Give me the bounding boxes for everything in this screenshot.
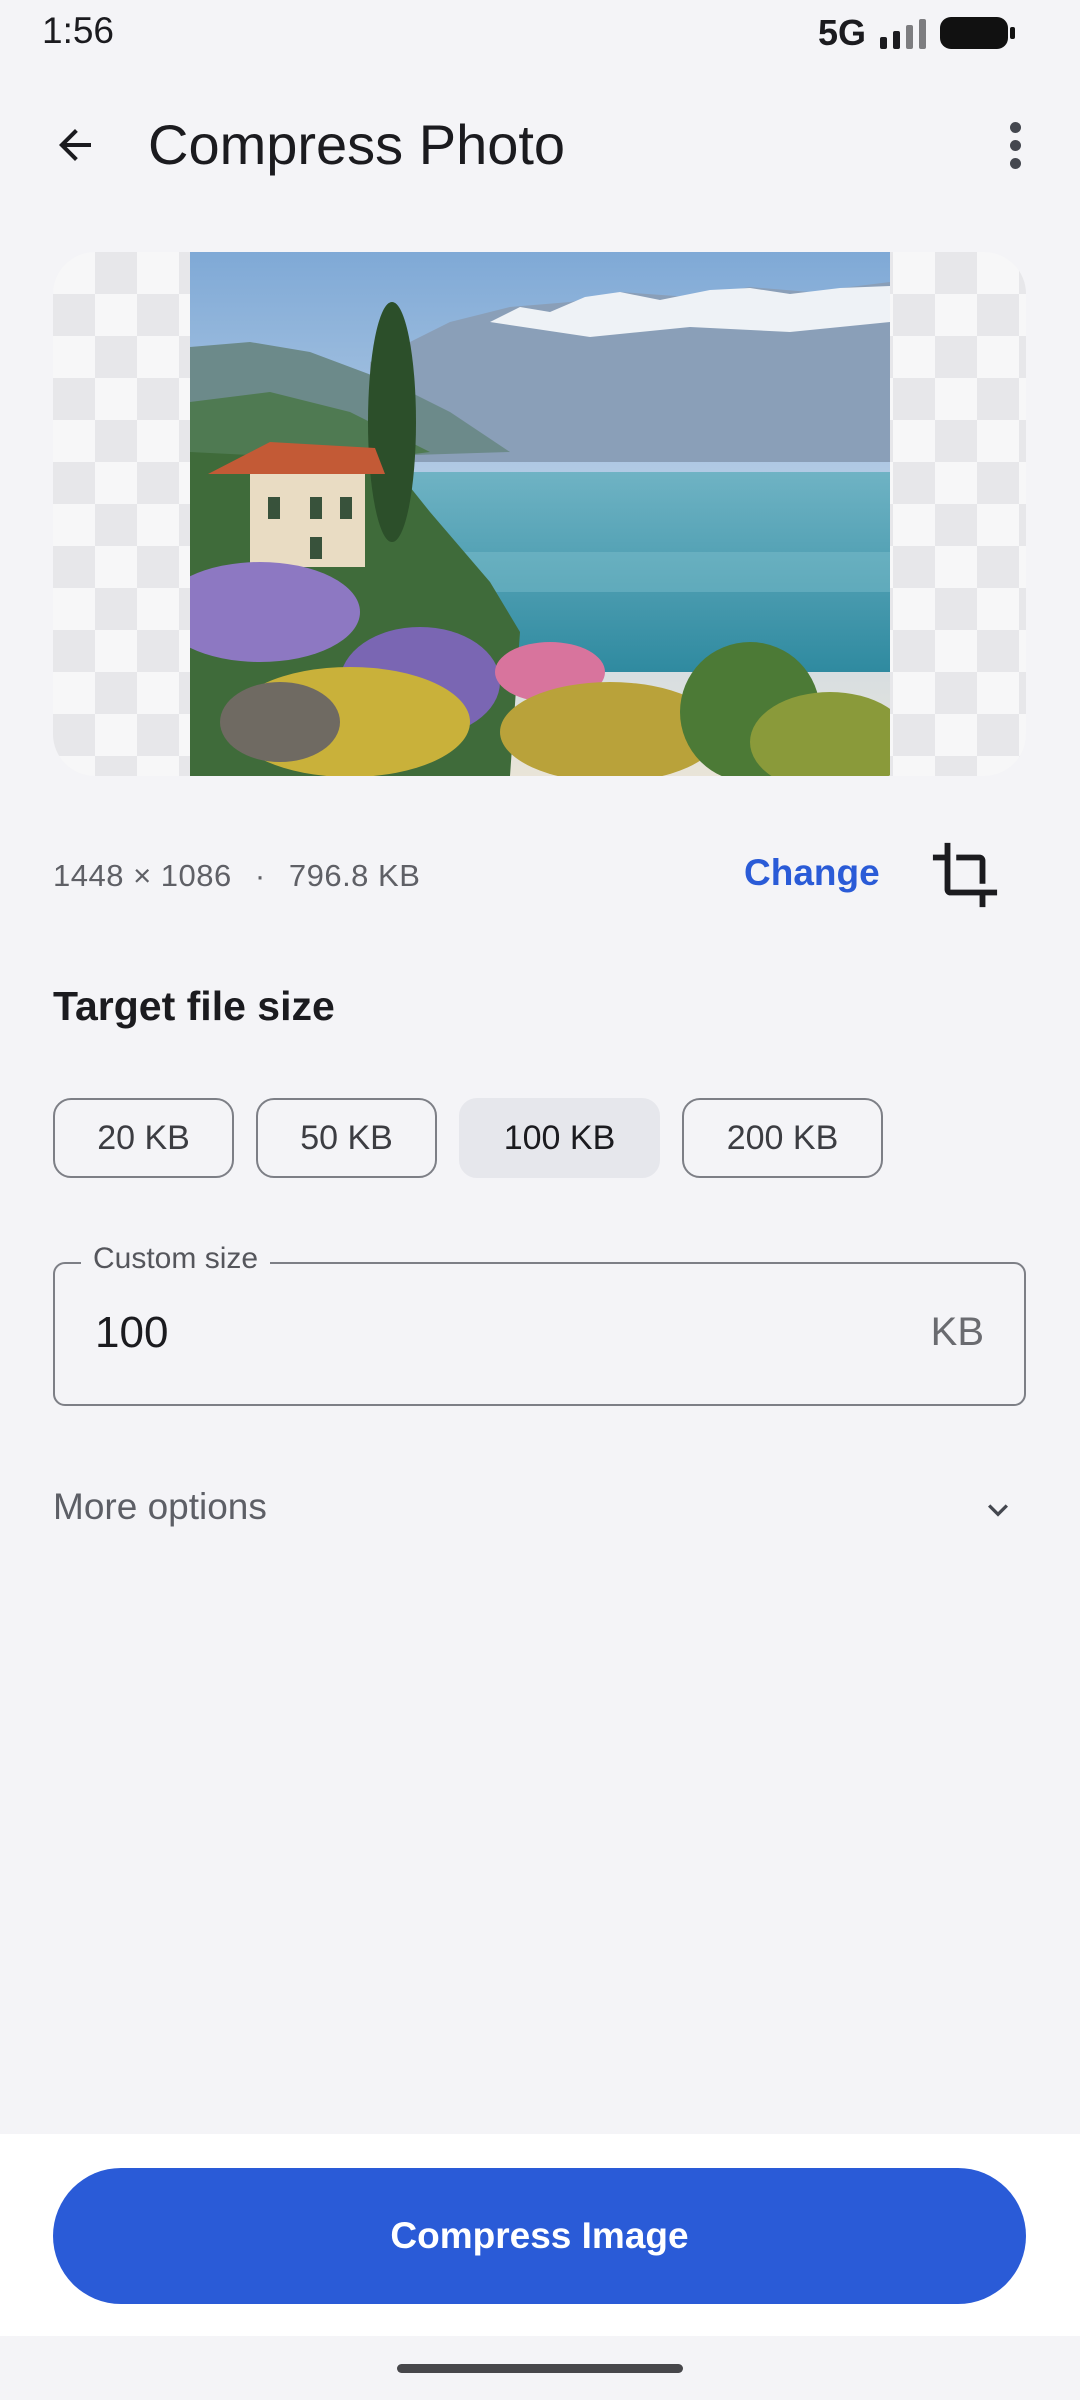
size-preset-chips: 20 KB 50 KB 100 KB 200 KB <box>53 1098 883 1178</box>
bottom-action-bar: Compress Image <box>0 2134 1080 2336</box>
back-button[interactable] <box>40 110 110 180</box>
status-time: 1:56 <box>42 10 115 51</box>
image-dimensions: 1448 × 1086 <box>53 858 232 893</box>
image-preview[interactable] <box>53 252 1026 776</box>
compress-image-button[interactable]: Compress Image <box>53 2168 1026 2304</box>
status-icons: 5G <box>817 12 1015 54</box>
more-vert-icon <box>1009 121 1021 133</box>
more-options-menu-button[interactable] <box>980 110 1050 180</box>
battery-icon <box>940 17 1015 49</box>
home-indicator[interactable] <box>397 2364 683 2373</box>
custom-size-label: Custom size <box>81 1242 271 1276</box>
photo-thumbnail <box>190 252 890 776</box>
more-options-label: More options <box>53 1486 267 1527</box>
change-image-button[interactable]: Change <box>744 852 880 894</box>
network-type: 5G <box>817 12 866 53</box>
image-file-size: 796.8 KB <box>288 858 421 893</box>
signal-icon <box>880 17 926 49</box>
custom-size-field[interactable]: Custom size 100 KB <box>53 1242 1026 1406</box>
chip-100kb[interactable]: 100 KB <box>459 1098 660 1178</box>
meta-separator: · <box>254 858 266 893</box>
custom-size-input[interactable]: 100 <box>95 1308 168 1358</box>
custom-size-unit: KB <box>930 1310 984 1354</box>
page-title: Compress Photo <box>148 113 566 176</box>
chip-200kb[interactable]: 200 KB <box>682 1098 883 1178</box>
more-options-toggle[interactable]: More options <box>53 1478 1026 1538</box>
chip-20kb[interactable]: 20 KB <box>53 1098 234 1178</box>
crop-button[interactable] <box>930 840 1000 910</box>
target-size-heading: Target file size <box>53 983 335 1029</box>
chevron-down-icon <box>988 1504 1008 1517</box>
arrow-back-icon <box>59 129 91 161</box>
image-meta: 1448 × 1086 · 796.8 KB <box>53 858 420 894</box>
chip-50kb[interactable]: 50 KB <box>256 1098 437 1178</box>
crop-icon <box>932 842 998 908</box>
